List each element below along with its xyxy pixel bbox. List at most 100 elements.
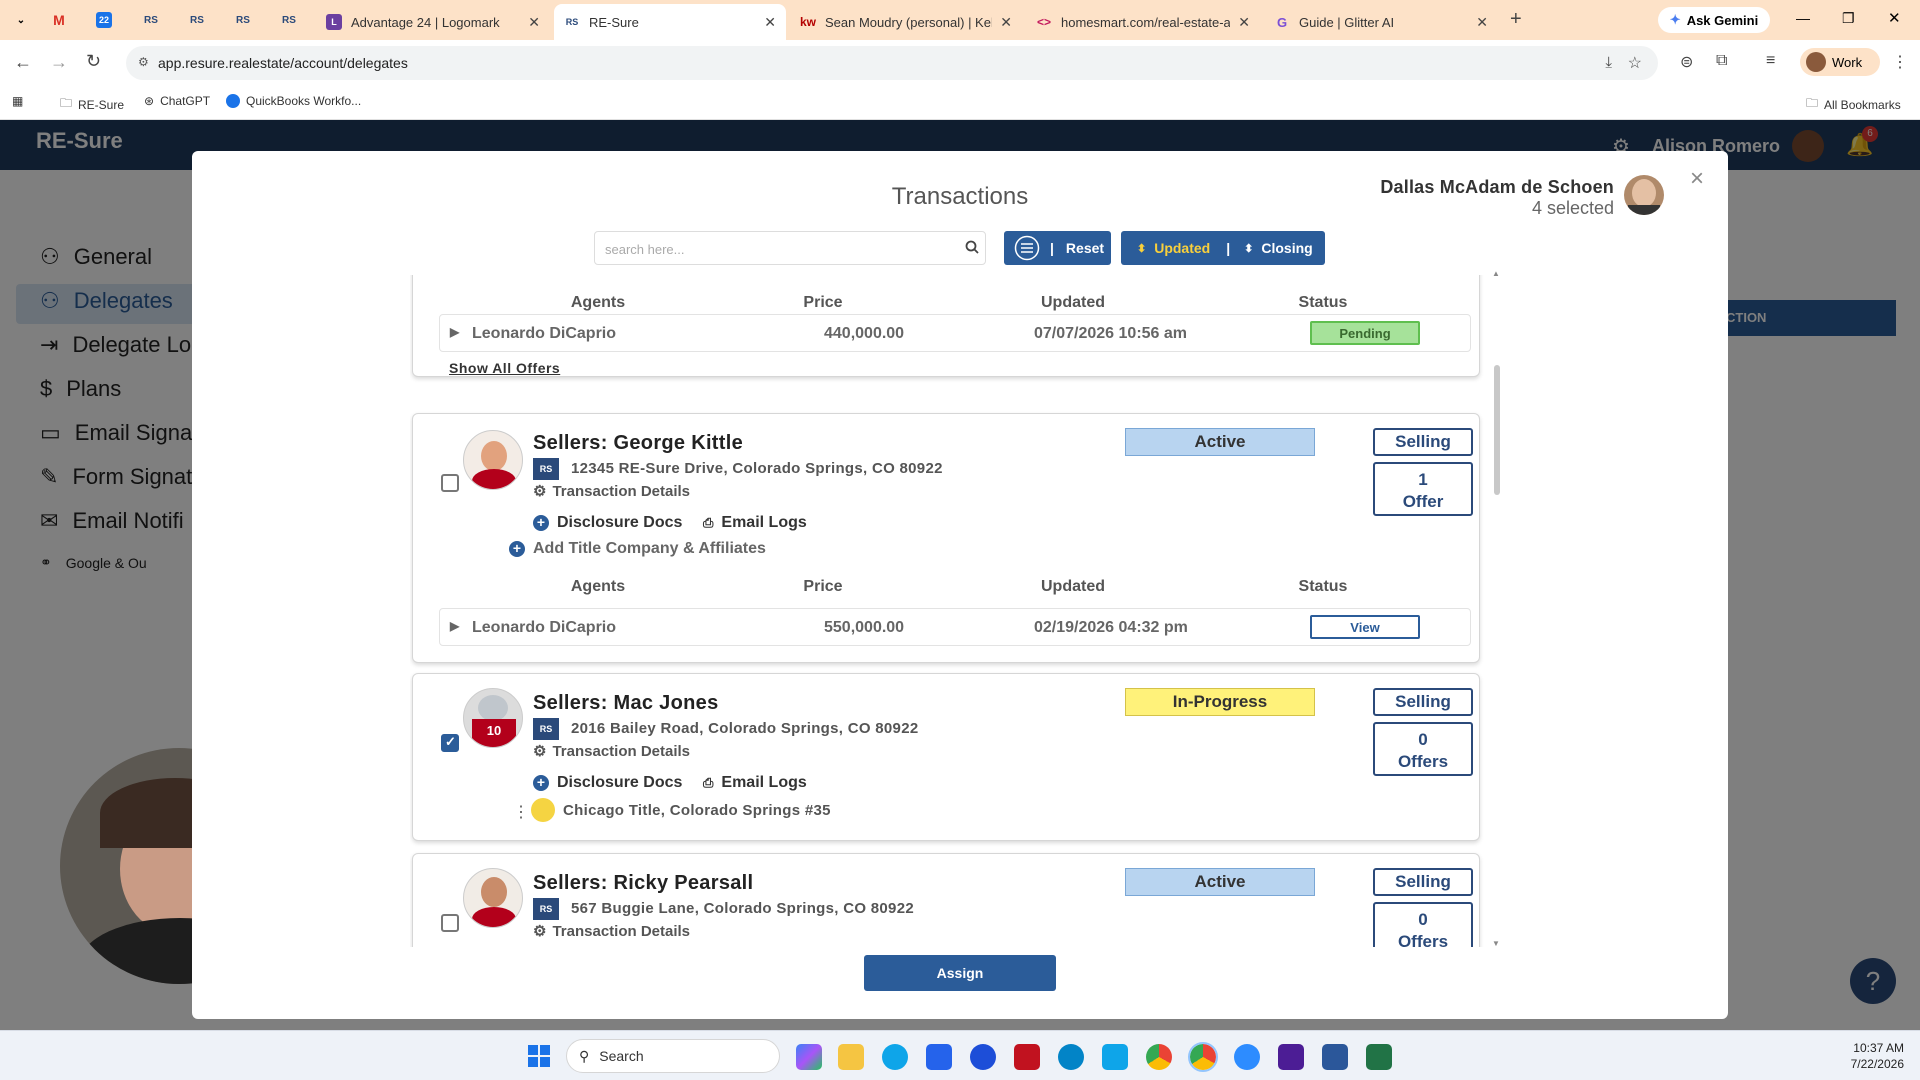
copilot-icon[interactable] <box>796 1044 822 1070</box>
back-arrow-icon[interactable]: ← <box>14 52 32 73</box>
offers-count-button[interactable]: 0 Offers <box>1373 902 1473 947</box>
transaction-details-link[interactable]: ⚙ Transaction Details <box>533 922 690 941</box>
bookmark-label: QuickBooks Workfo... <box>246 94 362 108</box>
tab-glitter[interactable]: G Guide | Glitter AI ✕ <box>1264 4 1498 40</box>
email-log-icon: ⎙ <box>703 775 714 790</box>
excel-icon[interactable] <box>1366 1044 1392 1070</box>
close-icon[interactable]: ✕ <box>764 14 776 31</box>
tab-logomark[interactable]: L Advantage 24 | Logomark ✕ <box>316 4 550 40</box>
scroll-down-icon[interactable]: ▼ <box>1492 939 1500 948</box>
select-checkbox[interactable] <box>441 914 459 932</box>
offer-row[interactable]: ▶ Leonardo DiCaprio 440,000.00 07/07/202… <box>439 314 1471 352</box>
resure-pinned-tab[interactable]: RS <box>140 8 162 32</box>
zoom-icon[interactable] <box>1234 1044 1260 1070</box>
system-clock[interactable]: 10:37 AM 7/22/2026 <box>1851 1040 1904 1072</box>
expand-caret-icon[interactable]: ▶ <box>450 619 459 633</box>
transaction-details-link[interactable]: ⚙ Transaction Details <box>533 742 690 761</box>
apps-grid-icon[interactable]: ▦ <box>12 94 23 108</box>
url-bar[interactable]: ⚙ app.resure.realestate/account/delegate… <box>126 46 1658 80</box>
minimize-icon[interactable]: — <box>1796 10 1810 26</box>
close-icon[interactable]: ✕ <box>528 14 540 31</box>
all-bookmarks[interactable]: 🗀 All Bookmarks <box>1806 94 1901 115</box>
tab-resure[interactable]: RS RE-Sure ✕ <box>554 4 786 40</box>
help-app-icon[interactable] <box>970 1044 996 1070</box>
scroll-thumb[interactable] <box>1494 365 1500 495</box>
resure-pinned-tab[interactable]: RS <box>278 8 300 32</box>
mcafee-icon[interactable] <box>1014 1044 1040 1070</box>
selected-count: 4 selected <box>1531 198 1614 218</box>
disclosure-docs-link[interactable]: + Disclosure Docs <box>533 774 682 792</box>
obs-icon[interactable] <box>1278 1044 1304 1070</box>
forward-arrow-icon[interactable]: → <box>50 52 68 73</box>
word-icon[interactable] <box>1322 1044 1348 1070</box>
close-icon[interactable]: ✕ <box>1476 14 1488 31</box>
azure-icon[interactable] <box>1102 1044 1128 1070</box>
select-checkbox-checked[interactable]: ✓ <box>441 734 459 752</box>
resure-pinned-tab[interactable]: RS <box>186 8 208 32</box>
disclosure-docs-link[interactable]: + Disclosure Docs <box>533 514 682 532</box>
reset-filter-button[interactable]: | Reset <box>1004 231 1111 265</box>
extension-icon[interactable]: ⊜ <box>1680 52 1693 72</box>
gmail-pinned-tab[interactable]: M <box>48 8 70 32</box>
network-app-icon[interactable] <box>1058 1044 1084 1070</box>
property-address[interactable]: 12345 RE-Sure Drive, Colorado Springs, C… <box>571 460 943 477</box>
transaction-list[interactable]: Agents Price Updated Status ▶ Leonardo D… <box>410 275 1490 947</box>
modal-close-icon[interactable]: × <box>1690 165 1704 193</box>
property-address[interactable]: 567 Buggie Lane, Colorado Springs, CO 80… <box>571 900 914 917</box>
reload-icon[interactable]: ↻ <box>86 51 101 72</box>
email-logs-link[interactable]: ⎙ Email Logs <box>703 774 807 792</box>
sort-updated-icon: ⬍ <box>1137 242 1147 255</box>
close-icon[interactable]: ✕ <box>1238 14 1250 31</box>
restore-icon[interactable]: ❐ <box>1842 10 1855 27</box>
assign-button[interactable]: Assign <box>864 955 1056 991</box>
tab-search-icon[interactable]: ⌄ <box>10 8 32 32</box>
transaction-details-link[interactable]: ⚙ Transaction Details <box>533 482 690 501</box>
window-close-icon[interactable]: ✕ <box>1888 9 1901 27</box>
show-all-offers-link[interactable]: Show All Offers <box>449 360 560 376</box>
chrome-active-icon[interactable] <box>1188 1042 1218 1072</box>
profile-button[interactable]: Work <box>1800 48 1880 76</box>
search-input[interactable]: search here... <box>594 231 986 265</box>
store-icon[interactable] <box>926 1044 952 1070</box>
selling-badge: Selling <box>1373 868 1473 896</box>
selling-badge: Selling <box>1373 428 1473 456</box>
ask-gemini-button[interactable]: ✦ Ask Gemini <box>1658 7 1770 33</box>
puzzle-icon[interactable]: ⧉ <box>1716 52 1727 70</box>
bookmark-quickbooks[interactable]: QuickBooks Workfo... <box>226 94 361 108</box>
tab-homesmart[interactable]: <> homesmart.com/real-estate-ag ✕ <box>1026 4 1260 40</box>
file-explorer-icon[interactable] <box>838 1044 864 1070</box>
windows-start-icon[interactable] <box>528 1045 550 1067</box>
kw-favicon: kw <box>800 15 817 29</box>
search-icon[interactable] <box>965 240 979 254</box>
taskbar-search[interactable]: ⚲ Search <box>566 1039 780 1073</box>
sort-closing-button[interactable]: Closing <box>1261 240 1312 256</box>
offer-row[interactable]: ▶ Leonardo DiCaprio 550,000.00 02/19/202… <box>439 608 1471 646</box>
close-icon[interactable]: ✕ <box>1000 14 1012 31</box>
bookmark-chatgpt[interactable]: ⊛ ChatGPT <box>144 94 210 108</box>
select-checkbox[interactable] <box>441 474 459 492</box>
install-icon[interactable]: ⤓ <box>1605 54 1612 71</box>
kebab-menu-icon[interactable]: ⋮ <box>513 802 529 822</box>
chrome-icon[interactable] <box>1146 1044 1172 1070</box>
edge-icon[interactable] <box>882 1044 908 1070</box>
email-logs-link[interactable]: ⎙ Email Logs <box>703 514 807 532</box>
tab-kw[interactable]: kw Sean Moudry (personal) | Keller ✕ <box>790 4 1022 40</box>
seller-avatar <box>463 430 523 490</box>
add-title-company-link[interactable]: + Add Title Company & Affiliates <box>509 540 766 558</box>
expand-caret-icon[interactable]: ▶ <box>450 325 459 339</box>
bookmark-star-icon[interactable]: ☆ <box>1628 53 1642 73</box>
media-icon[interactable]: ≡ <box>1766 52 1775 70</box>
sort-updated-button[interactable]: Updated <box>1154 240 1210 256</box>
site-info-icon[interactable]: ⚙ <box>138 55 149 69</box>
offers-count-button[interactable]: 1 Offer <box>1373 462 1473 516</box>
scroll-up-icon[interactable]: ▲ <box>1492 269 1500 278</box>
view-offer-button[interactable]: View <box>1310 615 1420 639</box>
resure-pinned-tab[interactable]: RS <box>232 8 254 32</box>
offers-count-button[interactable]: 0 Offers <box>1373 722 1473 776</box>
property-address[interactable]: 2016 Bailey Road, Colorado Springs, CO 8… <box>571 720 918 737</box>
calendar-pinned-tab[interactable]: 22 <box>96 12 112 28</box>
new-tab-plus-icon[interactable]: + <box>1510 8 1522 31</box>
bookmark-resure[interactable]: 🗀 RE-Sure <box>60 94 124 115</box>
list-scrollbar[interactable]: ▲ ▼ <box>1492 269 1502 948</box>
kebab-menu-icon[interactable]: ⋮ <box>1892 52 1908 72</box>
